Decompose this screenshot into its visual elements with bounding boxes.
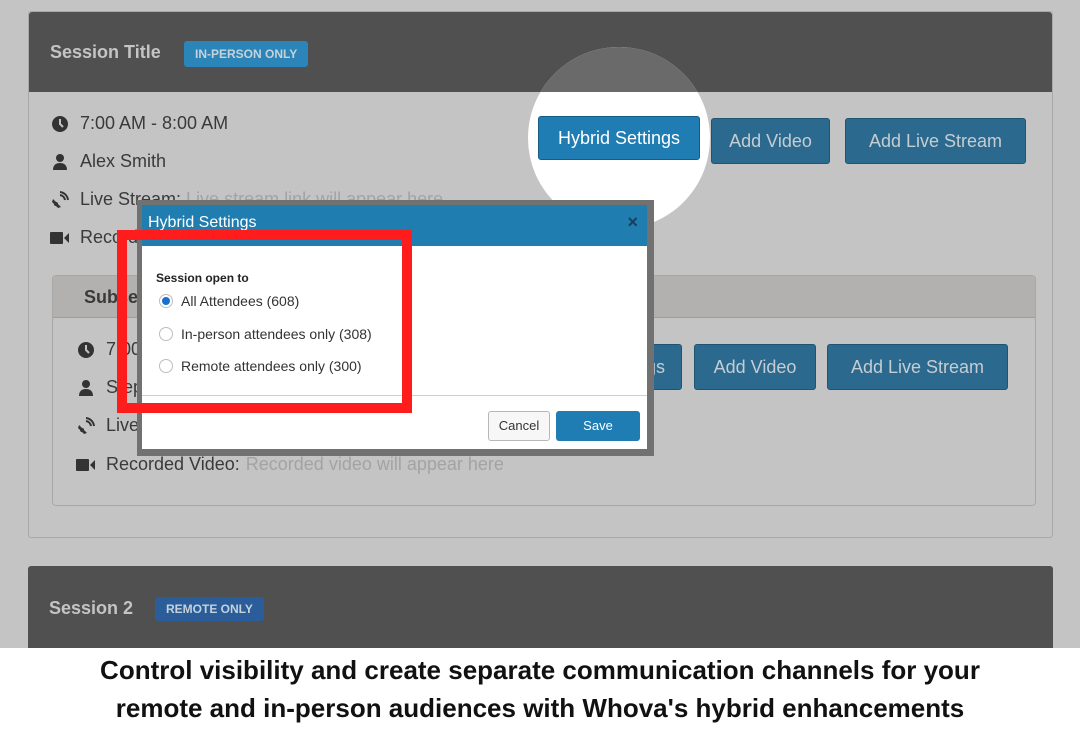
clock-icon: [50, 114, 70, 134]
satellite-icon: [76, 416, 96, 436]
subsession-add-video-button[interactable]: Add Video: [694, 344, 816, 390]
dialog-title: Hybrid Settings: [148, 214, 257, 231]
remote-only-badge: REMOTE ONLY: [155, 597, 264, 621]
session-time-row: 7:00 AM - 8:00 AM: [50, 113, 228, 134]
add-live-stream-button[interactable]: Add Live Stream: [845, 118, 1026, 164]
subsession-add-live-stream-button[interactable]: Add Live Stream: [827, 344, 1008, 390]
radio-label: In-person attendees only (308): [181, 326, 372, 342]
session-speaker-row: Alex Smith: [50, 151, 166, 172]
add-video-button[interactable]: Add Video: [711, 118, 830, 164]
hybrid-settings-dialog: Hybrid Settings × Session open to All At…: [142, 205, 647, 449]
subsession-time: 7:00: [106, 339, 142, 359]
radio-remote-only[interactable]: Remote attendees only (300): [159, 358, 362, 374]
magnifier-header-segment: [528, 47, 710, 92]
hybrid-settings-button[interactable]: Hybrid Settings: [538, 116, 700, 160]
radio-label: All Attendees (608): [181, 293, 300, 309]
subsession-time-row: 7:00: [76, 339, 141, 360]
subsession-live-stream-label: Live: [106, 415, 140, 435]
session-open-to-label: Session open to: [156, 271, 249, 285]
radio-all-attendees[interactable]: All Attendees (608): [159, 293, 299, 309]
close-icon[interactable]: ×: [627, 212, 638, 233]
session-2-card: Session 2 REMOTE ONLY: [28, 566, 1053, 656]
radio-label: Remote attendees only (300): [181, 358, 362, 374]
subsession-recorded-row: Recorded Video: Recorded video will appe…: [76, 454, 504, 475]
person-icon: [50, 152, 70, 172]
session-time: 7:00 AM - 8:00 AM: [80, 113, 229, 133]
subsession-speaker-row: Step: [76, 377, 143, 398]
clock-icon: [76, 340, 96, 360]
session-title: Session Title: [50, 42, 161, 62]
caption: Control visibility and create separate c…: [0, 648, 1080, 731]
video-camera-icon: [50, 228, 70, 248]
session-2-title: Session 2: [49, 598, 134, 618]
dialog-divider: [142, 395, 647, 396]
caption-line-2: remote and in-person audiences with Whov…: [115, 693, 965, 723]
dialog-header: Hybrid Settings ×: [142, 205, 647, 246]
session-speaker[interactable]: Alex Smith: [80, 151, 166, 172]
radio-button[interactable]: [159, 327, 173, 341]
in-person-badge: IN-PERSON ONLY: [184, 41, 309, 67]
save-button[interactable]: Save: [556, 411, 640, 441]
subsession-live-stream-row: Live: [76, 415, 139, 436]
caption-line-1: Control visibility and create separate c…: [100, 655, 980, 685]
recorded-placeholder: Recorded video will appear here: [245, 454, 504, 474]
subsession-recorded-label: Recorded Video:: [106, 454, 240, 474]
radio-button[interactable]: [159, 359, 173, 373]
video-camera-icon: [76, 455, 96, 475]
radio-in-person-only[interactable]: In-person attendees only (308): [159, 326, 372, 342]
cancel-button[interactable]: Cancel: [488, 411, 550, 441]
satellite-icon: [50, 190, 70, 210]
radio-button-checked[interactable]: [159, 294, 173, 308]
person-icon: [76, 378, 96, 398]
